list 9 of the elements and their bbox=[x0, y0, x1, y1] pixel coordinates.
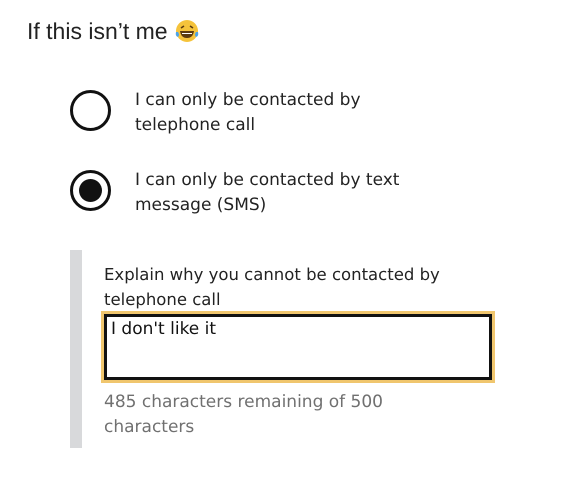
explanation-field[interactable]: I don't like it bbox=[104, 314, 492, 380]
radio-label: I can only be contacted by telephone call bbox=[135, 89, 362, 137]
laughing-emoji-icon bbox=[174, 18, 200, 44]
character-count-hint: 485 characters remaining of 500 characters bbox=[104, 391, 384, 439]
caption-text: If this isn’t me bbox=[27, 18, 168, 44]
field-label: Explain why you cannot be contacted by telephone call bbox=[104, 264, 441, 311]
radio-label: I can only be contacted by text message (SMS) bbox=[135, 169, 400, 217]
radio-button[interactable] bbox=[70, 170, 111, 211]
radio-button[interactable] bbox=[70, 90, 111, 131]
